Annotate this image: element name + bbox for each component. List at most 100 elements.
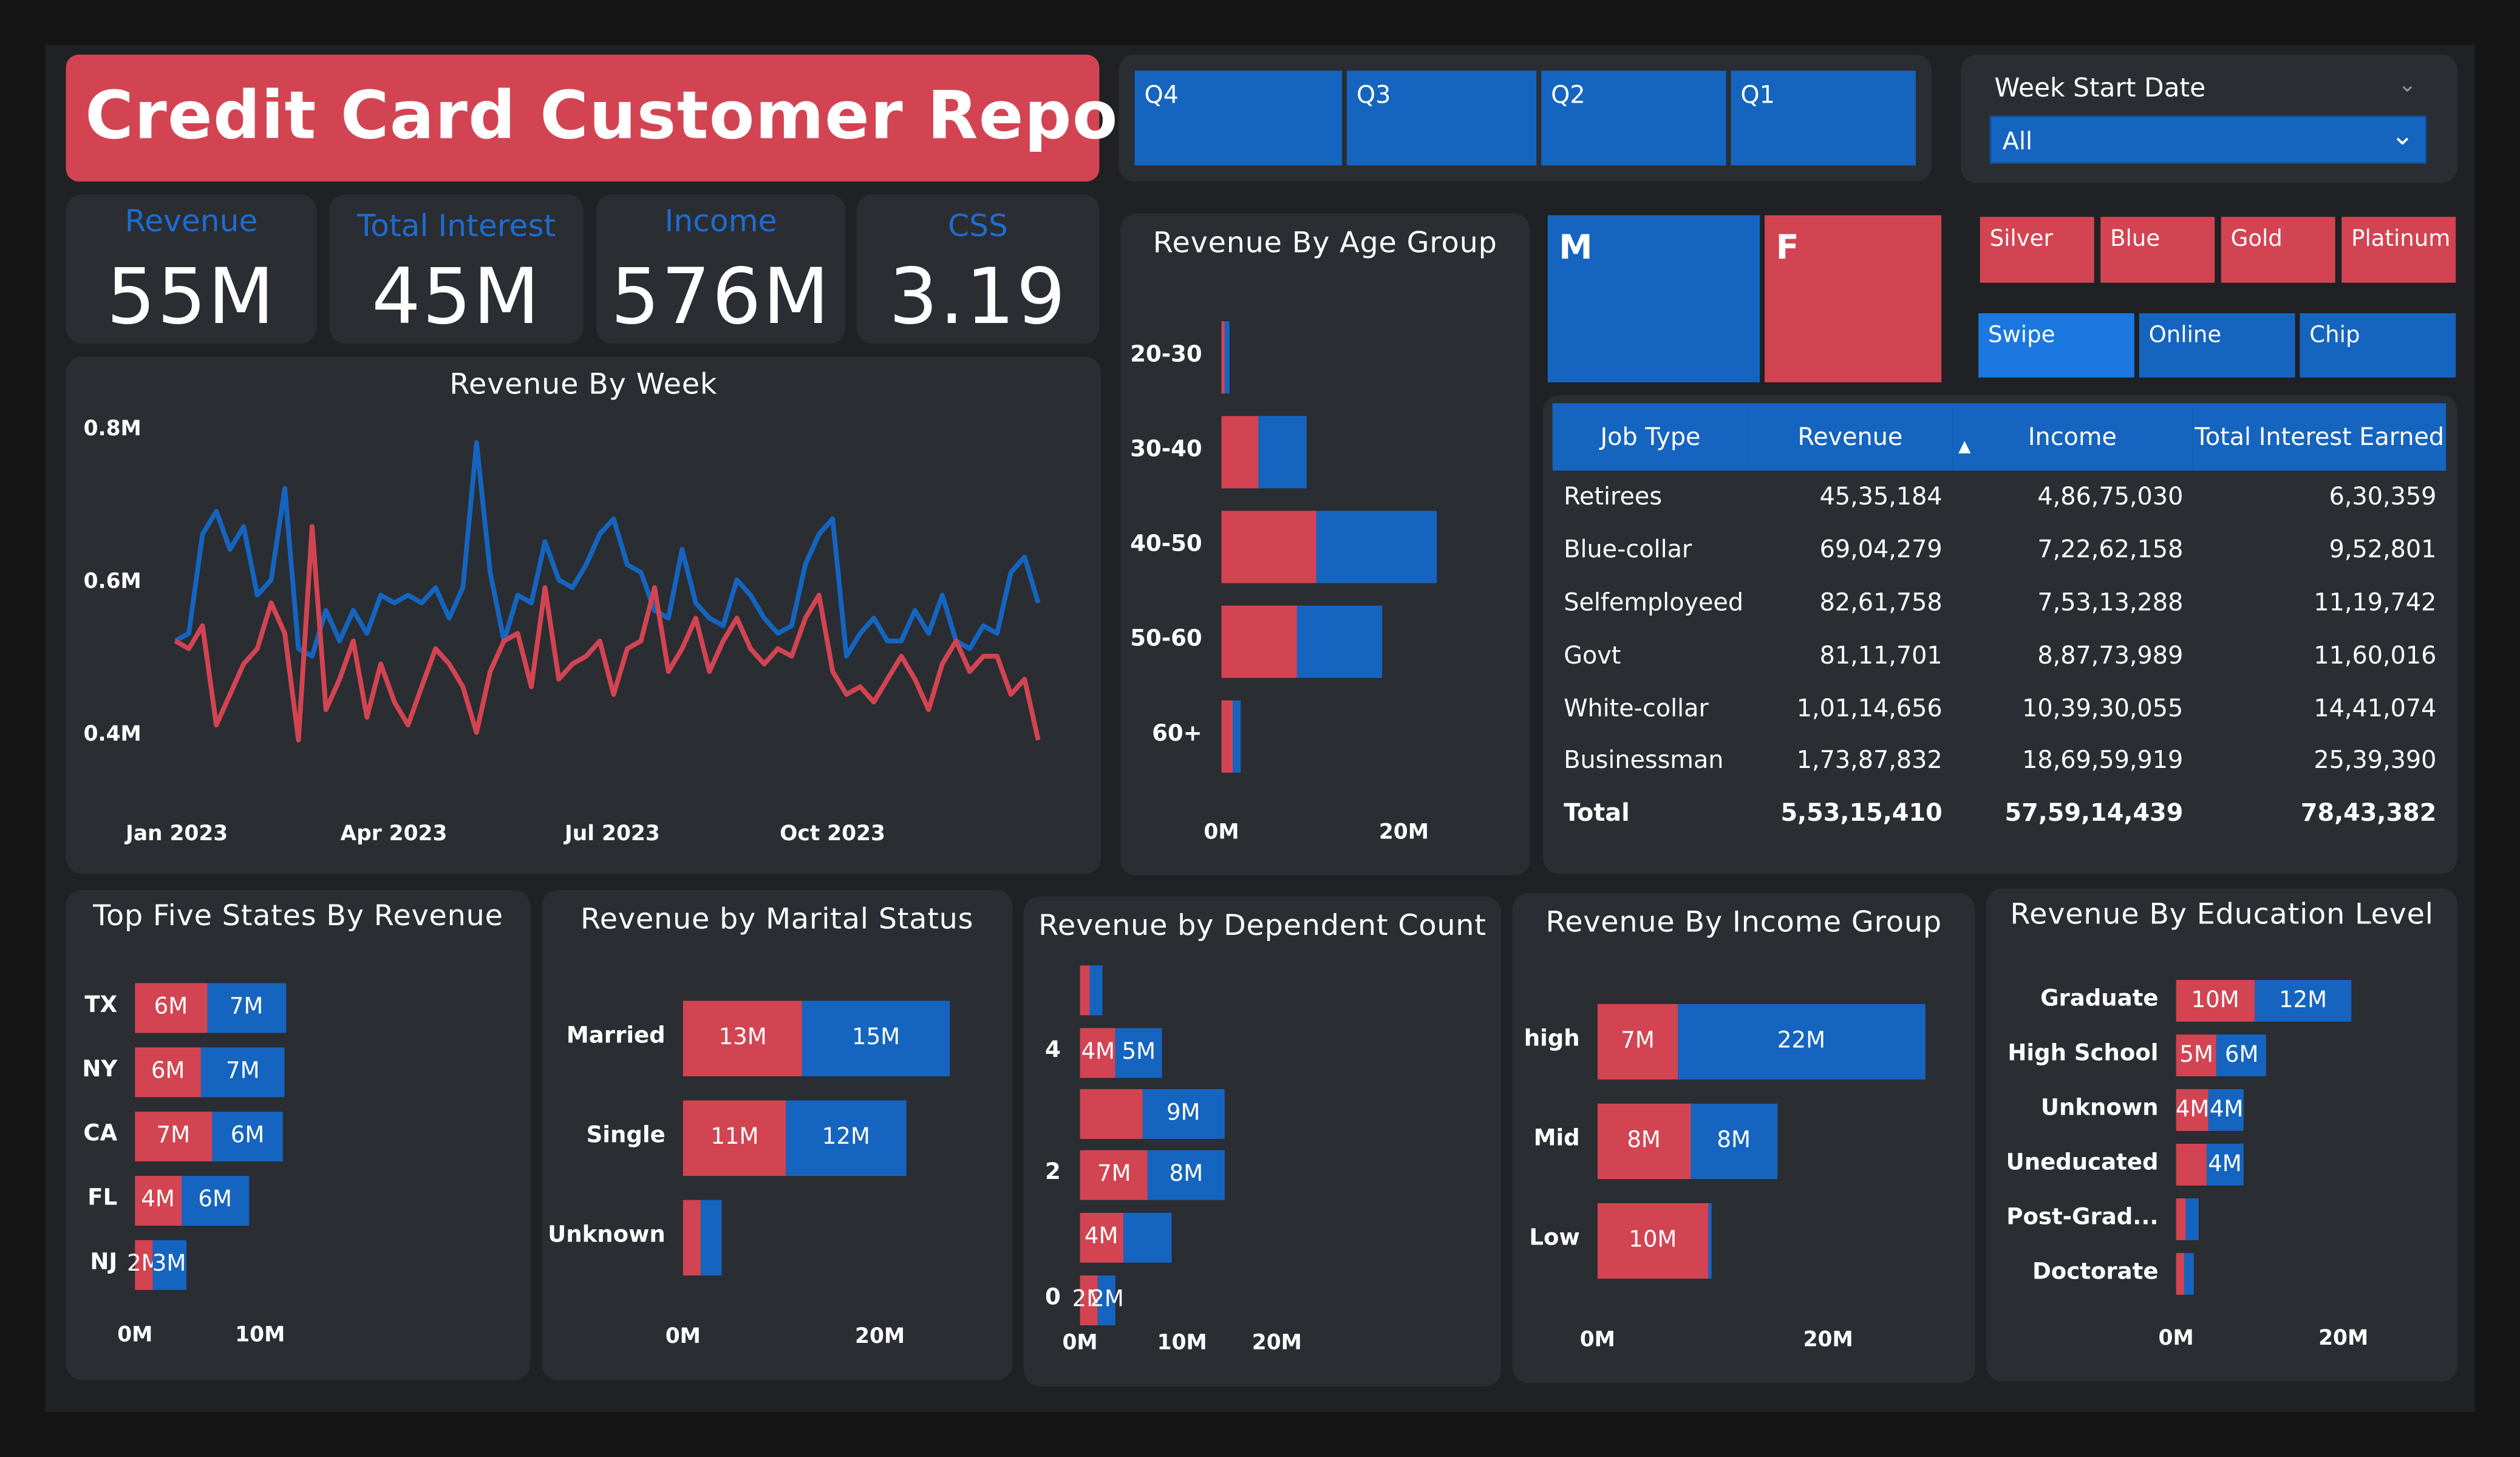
table-row[interactable]: White-collar 1,01,14,656 10,39,30,055 14,41… [1553,681,2447,734]
bar-segment-red[interactable] [2176,1252,2185,1295]
bar-segment-blue[interactable]: 5M [1115,1027,1162,1078]
bar-segment-red[interactable] [1221,699,1232,772]
column-header-income[interactable]: ▲ Income [1952,403,2193,471]
y-tick-label: 0.6M [84,569,141,593]
bar-segment-blue[interactable]: 2M [1090,1274,1124,1325]
kpi-card-revenue: Revenue 55M [66,194,317,344]
card-tile-blue[interactable]: Blue [2100,217,2215,283]
bar-segment-blue[interactable] [1316,510,1436,583]
column-header-total-interest[interactable]: Total Interest Earned [2193,403,2447,471]
x-tick-label: Jan 2023 [124,821,228,846]
table-row[interactable]: Businessman 1,73,87,832 18,69,59,919 25,39,… [1553,734,2447,787]
bar-segment-red[interactable]: 10M [1597,1202,1708,1278]
card-tile-platinum[interactable]: Platinum [2341,217,2456,283]
bar-segment-red[interactable]: 7M [135,1110,212,1161]
bar-segment-blue[interactable] [2186,1198,2199,1240]
column-header-revenue[interactable]: Revenue [1748,403,1952,471]
exp-tile-swipe[interactable]: Swipe [1978,313,2134,378]
bar-segment-red[interactable]: 5M [2176,1034,2217,1076]
table-row[interactable]: Blue-collar 69,04,279 7,22,62,158 9,52,801 [1553,523,2447,576]
table-cell: 11,19,742 [2314,588,2437,617]
table-row[interactable]: Govt 81,11,701 8,87,73,989 11,60,016 [1553,629,2447,682]
exp-tile-chip[interactable]: Chip [2300,313,2456,378]
table-row[interactable]: Retirees 45,35,184 4,86,75,030 6,30,359 [1553,470,2447,523]
bar-segment-blue[interactable]: 8M [1690,1102,1777,1178]
bar-segment-blue[interactable]: 8M [1148,1149,1224,1200]
bar-segment-red[interactable]: 4M [1080,1212,1123,1262]
table-row[interactable]: Selfemployeed 82,61,758 7,53,13,288 11,19,7… [1553,576,2447,629]
chevron-down-icon[interactable]: ⌄ [2398,72,2417,98]
bar-segment-blue[interactable]: 6M [2216,1034,2267,1076]
bar-segment-blue[interactable]: 9M [1142,1088,1224,1138]
category-label: 50-60 [1130,626,1202,653]
table-cell: 5,53,15,410 [1780,798,1943,828]
quarter-tile-q4[interactable]: Q4 [1134,70,1342,166]
bar-segment-red[interactable]: 2M [127,1239,161,1289]
job-type-table: Job Type Revenue ▲ Income Total Interest… [1552,403,2447,840]
x-tick-label: 20M [1251,1331,1302,1356]
bar-segment-blue[interactable]: 7M [200,1046,285,1096]
bar-segment-blue[interactable]: 15M [802,1000,950,1076]
gender-tile-m[interactable]: M [1547,215,1760,382]
category-label: 30-40 [1130,436,1202,463]
bar-segment-red[interactable]: 6M [135,1046,201,1096]
kpi-label: Income [664,204,777,240]
week-filter-dropdown[interactable]: All ⌄ [1989,115,2427,164]
data-label: 6M [230,1122,265,1149]
bar-segment-blue[interactable] [700,1199,722,1275]
quarter-tile-q1[interactable]: Q1 [1731,70,1916,166]
category-label: Mid [1533,1126,1580,1152]
bar-segment-blue[interactable]: 6M [180,1175,250,1225]
bar-segment-red[interactable] [1221,605,1298,678]
bar-segment-red[interactable]: 10M [2176,980,2255,1022]
bar-segment-red[interactable] [1221,510,1316,583]
quarter-tile-q2[interactable]: Q2 [1541,70,1726,166]
bar-segment-blue[interactable]: 7M [206,982,286,1033]
bar-segment-blue[interactable] [1225,320,1230,393]
bar-segment-blue[interactable]: 3M [152,1239,186,1289]
table-cell: 1,01,14,656 [1796,693,1943,722]
bar-segment-blue[interactable] [1258,415,1307,488]
bar-segment-red[interactable]: 6M [135,982,207,1033]
bar-segment-red[interactable]: 11M [683,1099,787,1175]
bar-segment-red[interactable] [1221,415,1259,488]
bar-segment-red[interactable]: 4M [1080,1027,1116,1078]
table-cell: 82,61,758 [1819,588,1943,617]
bar-segment-blue[interactable] [1297,605,1382,678]
bar-segment-red[interactable]: 7M [1597,1003,1678,1079]
bar-segment-blue[interactable] [2185,1252,2195,1295]
data-label: 10M [2191,988,2239,1014]
bar-segment-red[interactable]: 4M [2176,1089,2209,1131]
bar-segment-red[interactable] [1080,1088,1143,1138]
bar-segment-blue[interactable]: 22M [1678,1003,1925,1079]
bar-segment-red[interactable] [1080,964,1091,1015]
bar-segment-blue[interactable] [1708,1202,1712,1278]
category-label: 20-30 [1130,342,1202,368]
bar-segment-red[interactable]: 7M [1080,1149,1148,1200]
bar-segment-red[interactable] [2176,1198,2187,1240]
bar-segment-blue[interactable] [1231,699,1241,772]
card-tile-silver[interactable]: Silver [1980,217,2094,283]
exp-tile-online[interactable]: Online [2139,313,2295,378]
bar-segment-red[interactable] [2176,1144,2207,1186]
sort-ascending-icon: ▲ [1958,438,1971,457]
quarter-tile-q3[interactable]: Q3 [1346,70,1537,166]
bar-segment-red[interactable]: 8M [1597,1102,1691,1178]
bar-segment-blue[interactable] [1122,1212,1173,1262]
data-label: 7M [1621,1028,1655,1054]
bar-segment-blue[interactable]: 4M [2206,1144,2244,1186]
table-total-row[interactable]: Total 5,53,15,410 57,59,14,439 78,43,382 [1553,787,2447,840]
column-header-job-type[interactable]: Job Type [1552,403,1749,471]
bar-segment-blue[interactable]: 12M [786,1099,906,1175]
bar-segment-red[interactable] [683,1199,700,1275]
bar-segment-blue[interactable]: 4M [2208,1089,2244,1131]
bar-segment-blue[interactable] [1090,964,1102,1015]
bar-segment-blue[interactable]: 6M [211,1110,284,1161]
x-tick-label: 0M [1062,1331,1098,1356]
card-tile-gold[interactable]: Gold [2221,217,2335,283]
week-filter-value: All [2002,127,2033,156]
bar-segment-red[interactable]: 4M [135,1175,181,1225]
gender-tile-f[interactable]: F [1765,215,1942,382]
bar-segment-blue[interactable]: 12M [2254,980,2352,1022]
bar-segment-red[interactable]: 13M [683,1000,803,1076]
